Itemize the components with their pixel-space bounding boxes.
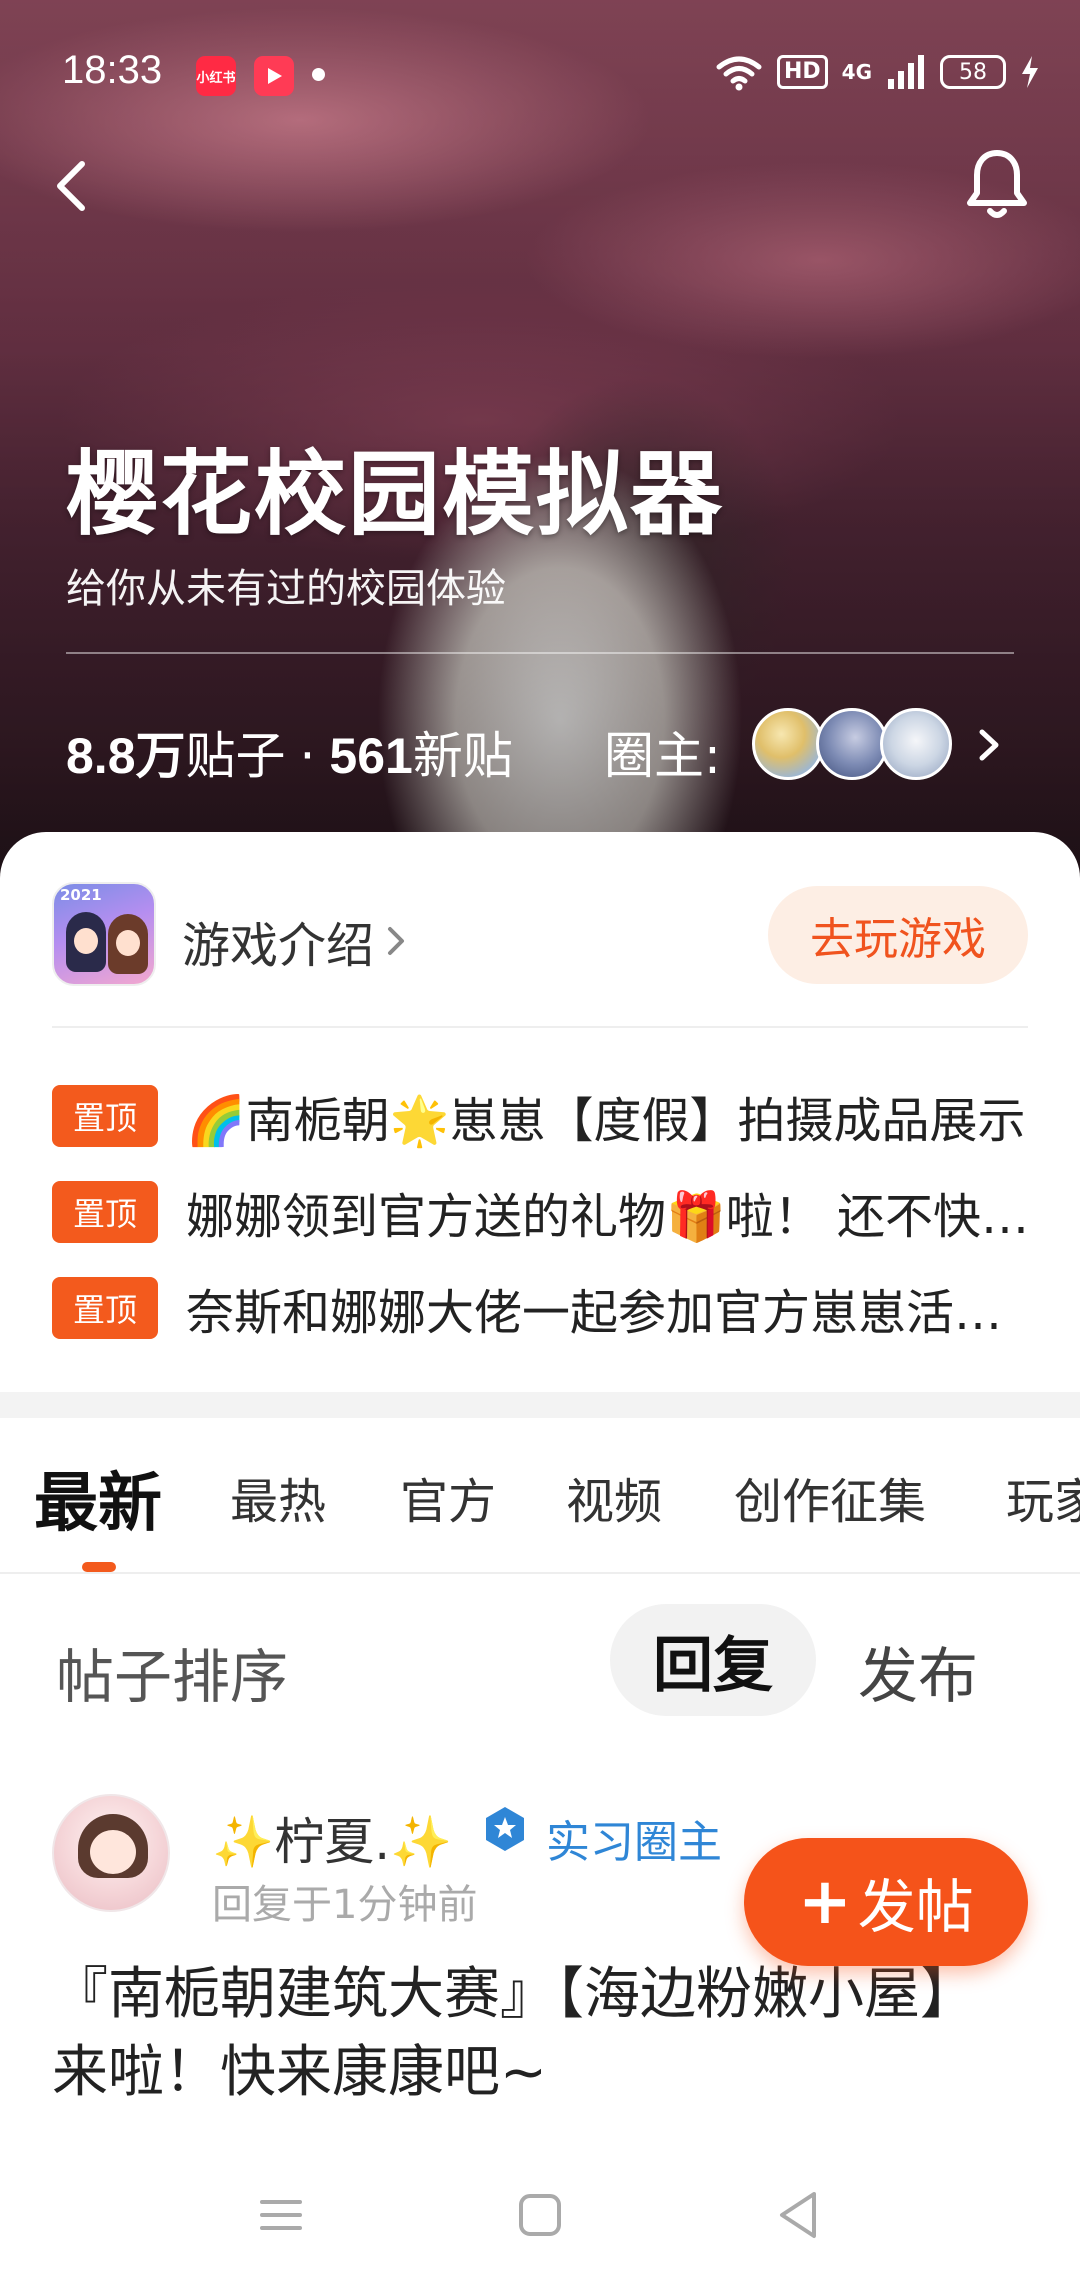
tab-official[interactable]: 官方 xyxy=(400,1462,496,1532)
system-back-button[interactable] xyxy=(764,2180,834,2250)
create-post-button[interactable]: + 发帖 xyxy=(744,1838,1028,1966)
signal-icon xyxy=(888,55,924,89)
post-title[interactable]: 『南栀朝建筑大赛』【海边粉嫩小屋】来啦！快来康康吧~ xyxy=(52,1956,1012,2112)
back-triangle-icon xyxy=(780,2192,816,2238)
network-type: 4G xyxy=(841,60,872,84)
owner-avatar[interactable] xyxy=(880,708,952,780)
pinned-post[interactable]: 置顶 🌈南栀朝🌟崽崽【度假】拍摄成品展示 xyxy=(52,1080,1032,1152)
hero-divider xyxy=(66,652,1014,654)
avatar-face xyxy=(90,1830,136,1874)
owner-avatars[interactable] xyxy=(752,708,952,780)
notification-dot-icon xyxy=(312,68,325,81)
wifi-icon xyxy=(716,56,762,91)
owners-more-button[interactable] xyxy=(968,720,1008,770)
pinned-post[interactable]: 置顶 娜娜领到官方送的礼物🎁啦！ 还不快来看看 xyxy=(52,1176,1032,1248)
circle-title: 樱花校园模拟器 xyxy=(66,441,725,548)
tab-video[interactable]: 视频 xyxy=(566,1462,662,1532)
chevron-left-icon xyxy=(57,161,85,211)
icon-face-right xyxy=(116,930,140,956)
home-button[interactable] xyxy=(505,2180,575,2250)
card-divider xyxy=(52,1026,1028,1028)
game-intro-label: 游戏介绍 xyxy=(182,918,375,974)
new-posts-count: 561 xyxy=(329,728,413,784)
menu-icon xyxy=(260,2200,302,2230)
owner-label: 圈主: xyxy=(604,727,721,785)
avatar[interactable] xyxy=(52,1794,170,1912)
pinned-post-title: 🌈南栀朝🌟崽崽【度假】拍摄成品展示 xyxy=(186,1093,1026,1149)
xiaohongshu-notification-icon: 小红书 xyxy=(196,56,236,96)
recents-button[interactable] xyxy=(246,2180,316,2250)
pinned-tag: 置顶 xyxy=(52,1085,158,1147)
feed-tabs: 最新 最热 官方 视频 创作征集 玩家 xyxy=(0,1418,1080,1574)
plus-icon: + xyxy=(798,1865,852,1939)
sort-by-reply-button[interactable]: 回复 xyxy=(610,1604,816,1716)
post-author-name[interactable]: ✨柠夏.✨ xyxy=(212,1802,452,1874)
hd-indicator: HD xyxy=(776,55,828,89)
role-badge-label: 实习圈主 xyxy=(546,1817,722,1868)
play-game-button[interactable]: 去玩游戏 xyxy=(768,886,1028,984)
tab-players[interactable]: 玩家 xyxy=(1006,1462,1080,1532)
post-reply-time: 回复于1分钟前 xyxy=(212,1882,478,1928)
circle-stats: 8.8万 贴子 · 561 新贴 xyxy=(66,716,513,788)
game-intro-link[interactable]: 游戏介绍 xyxy=(182,906,408,976)
game-icon-year: 2021 xyxy=(60,886,102,904)
battery-icon: 58 xyxy=(940,55,1006,89)
pinned-post-title: 娜娜领到官方送的礼物🎁啦！ 还不快来看看 xyxy=(186,1189,1032,1245)
owner-avatar[interactable] xyxy=(752,708,824,780)
back-button[interactable] xyxy=(44,150,104,220)
home-square-icon xyxy=(519,2194,561,2236)
posts-label: 贴子 xyxy=(185,727,286,785)
tabs-divider xyxy=(0,1572,1080,1574)
sort-label: 帖子排序 xyxy=(56,1643,289,1711)
status-time: 18:33 xyxy=(62,48,163,92)
system-navigation-bar xyxy=(0,2150,1080,2280)
circle-subtitle: 给你从未有过的校园体验 xyxy=(66,566,506,612)
charging-icon xyxy=(1022,56,1038,88)
owner-avatar[interactable] xyxy=(816,708,888,780)
video-app-notification-icon xyxy=(254,56,294,96)
active-tab-indicator xyxy=(82,1562,116,1572)
tab-hot[interactable]: 最热 xyxy=(230,1462,326,1532)
stats-separator: · xyxy=(299,727,316,785)
posts-count: 8.8万 xyxy=(66,728,186,784)
icon-face-left xyxy=(74,928,98,954)
pinned-tag: 置顶 xyxy=(52,1181,158,1243)
game-app-icon[interactable]: 2021 xyxy=(52,882,156,986)
section-separator xyxy=(0,1392,1080,1418)
notification-bell-button[interactable] xyxy=(962,145,1032,225)
pinned-tag: 置顶 xyxy=(52,1277,158,1339)
star-badge-icon xyxy=(486,1807,524,1851)
pinned-post[interactable]: 置顶 奈斯和娜娜大佬一起参加官方崽崽活动啦 xyxy=(52,1272,1032,1344)
new-posts-label: 新贴 xyxy=(412,727,513,785)
tab-latest[interactable]: 最新 xyxy=(34,1452,162,1544)
status-bar: 18:33 小红书 HD 4G 58 xyxy=(0,0,1080,150)
bell-icon xyxy=(967,150,1027,218)
tab-creation-call[interactable]: 创作征集 xyxy=(734,1462,926,1532)
sort-by-publish-button[interactable]: 发布 xyxy=(858,1628,978,1715)
chevron-right-icon xyxy=(388,927,405,955)
status-indicators: HD 4G 58 xyxy=(715,48,1040,96)
pinned-post-title: 奈斯和娜娜大佬一起参加官方崽崽活动啦 xyxy=(186,1285,1032,1341)
create-post-label: 发帖 xyxy=(857,1873,974,1941)
chevron-right-icon xyxy=(979,729,999,761)
